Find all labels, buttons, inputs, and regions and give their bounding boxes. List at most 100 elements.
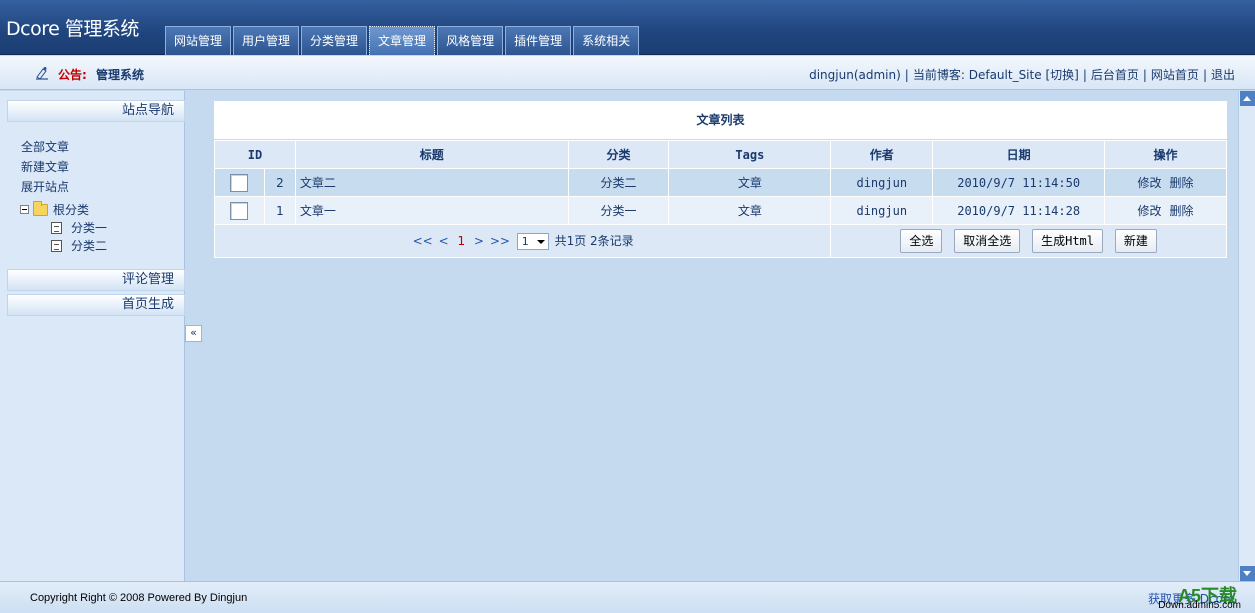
column-header-date: 日期 — [932, 140, 1106, 169]
tab-plugin-management[interactable]: 插件管理 — [505, 26, 572, 55]
sidebar-expand-sites-link[interactable]: 展开站点 — [21, 178, 69, 195]
row-tags: 文章 — [668, 196, 832, 225]
row-checkbox[interactable] — [230, 201, 249, 220]
pager-summary: 共1页 2条记录 — [554, 234, 634, 248]
tree-child-label: 分类二 — [71, 239, 108, 253]
current-user-link[interactable]: dingjun(admin) — [809, 68, 901, 82]
row-id: 2 — [263, 168, 296, 197]
logout-link[interactable]: 退出 — [1211, 68, 1235, 82]
collapse-tree-icon[interactable] — [20, 205, 29, 214]
row-checkbox[interactable] — [230, 173, 249, 192]
notice-text: 管理系统 — [96, 68, 145, 82]
tree-root-node[interactable]: 根分类 — [20, 200, 90, 218]
row-checkbox-cell — [214, 168, 265, 197]
table-header-row: ID 标题 分类 Tags 作者 日期 操作 — [214, 140, 1227, 169]
row-tags: 文章 — [668, 168, 832, 197]
tree-root-label: 根分类 — [53, 203, 90, 217]
sidebar-site-nav-header[interactable]: 站点导航 — [7, 100, 185, 122]
next-page-link[interactable]: > — [474, 234, 484, 248]
select-all-button[interactable]: 全选 — [900, 229, 943, 253]
row-checkbox-cell — [214, 196, 265, 225]
delete-link[interactable]: 删除 — [1170, 176, 1194, 190]
row-author: dingjun — [830, 196, 934, 225]
delete-link[interactable]: 删除 — [1170, 204, 1194, 218]
tab-system[interactable]: 系统相关 — [573, 26, 640, 55]
tab-category-management[interactable]: 分类管理 — [301, 26, 368, 55]
deselect-all-button[interactable]: 取消全选 — [954, 229, 1021, 253]
pager: << < 1 > >> 1 共1页 2条记录 — [412, 233, 634, 250]
last-page-link[interactable]: >> — [490, 234, 510, 248]
site-home-link[interactable]: 网站首页 — [1151, 68, 1199, 82]
current-page: 1 — [457, 234, 466, 248]
panel-title: 文章列表 — [214, 101, 1227, 139]
separator: | — [1142, 68, 1147, 82]
column-header-title: 标题 — [294, 140, 569, 169]
pager-cell: << < 1 > >> 1 共1页 2条记录 — [213, 224, 832, 258]
column-header-actions: 操作 — [1104, 140, 1227, 169]
tab-article-management[interactable]: 文章管理 — [369, 26, 436, 55]
app-title: Dcore 管理系统 — [6, 18, 139, 40]
current-blog-label: 当前博客: — [912, 68, 965, 82]
row-title[interactable]: 文章一 — [294, 196, 569, 225]
copyright-text: Copyright Right © 2008 Powered By Dingju… — [30, 592, 248, 604]
tab-user-management[interactable]: 用户管理 — [233, 26, 300, 55]
blog-name-link[interactable]: Default_Site — [969, 68, 1042, 82]
prev-page-link[interactable]: < — [439, 234, 449, 248]
row-actions: 修改 删除 — [1104, 196, 1227, 225]
new-article-button[interactable]: 新建 — [1114, 229, 1157, 253]
tab-style-management[interactable]: 风格管理 — [437, 26, 504, 55]
column-header-id: ID — [214, 140, 296, 169]
separator: | — [904, 68, 909, 82]
column-header-tags: Tags — [668, 140, 832, 169]
row-actions: 修改 删除 — [1104, 168, 1227, 197]
separator: | — [1202, 68, 1207, 82]
row-title[interactable]: 文章二 — [294, 168, 569, 197]
admin-home-link[interactable]: 后台首页 — [1091, 68, 1139, 82]
top-header: Dcore 管理系统 网站管理 用户管理 分类管理 文章管理 风格管理 插件管理… — [0, 0, 1255, 55]
row-date: 2010/9/7 11:14:50 — [932, 168, 1106, 197]
table-row: 2 文章二 分类二 文章 dingjun 2010/9/7 11:14:50 修… — [214, 168, 1227, 197]
action-buttons-cell: 全选 取消全选 生成Html 新建 — [830, 224, 1227, 258]
generate-html-button[interactable]: 生成Html — [1032, 229, 1104, 253]
folder-icon — [33, 200, 48, 216]
row-date: 2010/9/7 11:14:28 — [932, 196, 1106, 225]
sidebar-new-article-link[interactable]: 新建文章 — [21, 158, 69, 175]
row-category: 分类二 — [567, 168, 670, 197]
separator: | — [1082, 68, 1087, 82]
scroll-down-icon[interactable] — [1240, 566, 1255, 581]
notice-bar: 公告: 管理系统 dingjun(admin) | 当前博客: Default_Si… — [0, 56, 1255, 90]
document-icon — [51, 221, 62, 234]
edit-link[interactable]: 修改 — [1138, 204, 1162, 218]
sidebar-all-articles-link[interactable]: 全部文章 — [21, 138, 69, 155]
page-footer: Copyright Right © 2008 Powered By Dingju… — [0, 581, 1255, 613]
switch-blog-link[interactable]: [切换] — [1045, 68, 1078, 82]
article-table: ID 标题 分类 Tags 作者 日期 操作 2 文章二 分类二 文章 ding… — [213, 140, 1227, 258]
column-header-category: 分类 — [567, 140, 670, 169]
edit-link[interactable]: 修改 — [1138, 176, 1162, 190]
tab-site-management[interactable]: 网站管理 — [165, 26, 232, 55]
sidebar: 站点导航 全部文章 新建文章 展开站点 根分类 分类一 分类二 评论管理 首页生… — [0, 91, 185, 581]
document-icon — [51, 239, 62, 252]
main-content: 文章列表 ID 标题 分类 Tags 作者 日期 操作 2 文章二 分类二 文章… — [203, 91, 1238, 581]
sidebar-comments-header[interactable]: 评论管理 — [7, 269, 185, 291]
tree-child-label: 分类一 — [71, 221, 108, 235]
user-links: dingjun(admin) | 当前博客: Default_Site [切换] | 后… — [809, 66, 1235, 83]
tree-child-node[interactable]: 分类二 — [51, 237, 107, 254]
collapse-sidebar-button[interactable]: « — [185, 325, 202, 342]
watermark-url: Down.admin5.com — [1158, 600, 1241, 611]
row-id: 1 — [263, 196, 296, 225]
page-select[interactable]: 1 — [516, 233, 549, 250]
sidebar-home-gen-header[interactable]: 首页生成 — [7, 294, 185, 316]
main-tabs: 网站管理 用户管理 分类管理 文章管理 风格管理 插件管理 系统相关 — [165, 26, 641, 55]
table-row: 1 文章一 分类一 文章 dingjun 2010/9/7 11:14:28 修… — [214, 196, 1227, 225]
notice-label: 公告: — [58, 68, 87, 82]
table-footer-row: << < 1 > >> 1 共1页 2条记录 全选 取消全选 生成Html 新建 — [213, 224, 1227, 258]
first-page-link[interactable]: << — [413, 234, 433, 248]
row-category: 分类一 — [567, 196, 670, 225]
row-author: dingjun — [830, 168, 934, 197]
scroll-up-icon[interactable] — [1240, 91, 1255, 106]
vertical-scrollbar[interactable] — [1238, 91, 1255, 581]
announcement-icon — [36, 67, 48, 80]
tree-child-node[interactable]: 分类一 — [51, 219, 107, 236]
column-header-author: 作者 — [830, 140, 934, 169]
